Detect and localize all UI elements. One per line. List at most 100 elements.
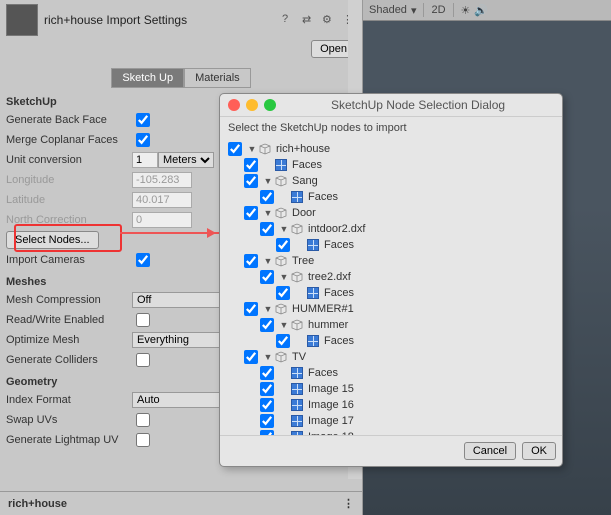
- tree-node[interactable]: Image 15: [224, 381, 558, 397]
- node-checkbox[interactable]: [244, 158, 258, 172]
- node-checkbox[interactable]: [244, 174, 258, 188]
- tree-node[interactable]: ▼ tree2.dxf: [224, 269, 558, 285]
- menu-icon[interactable]: ⋮: [343, 497, 354, 510]
- mesh-icon: [291, 399, 303, 411]
- node-checkbox[interactable]: [260, 222, 274, 236]
- node-label: HUMMER#1: [292, 303, 354, 315]
- node-label: Faces: [308, 367, 338, 379]
- preview-footer: rich+house ⋮: [0, 491, 362, 515]
- maximize-icon[interactable]: [264, 99, 276, 111]
- tree-node[interactable]: ▼hummer: [224, 317, 558, 333]
- unit-value[interactable]: [132, 152, 158, 168]
- unit-select[interactable]: Meters: [158, 152, 214, 168]
- cube-icon: [291, 271, 303, 283]
- close-icon[interactable]: [228, 99, 240, 111]
- light-icon[interactable]: ☀: [461, 4, 471, 17]
- idx-label: Index Format: [6, 394, 132, 406]
- node-checkbox[interactable]: [244, 350, 258, 364]
- tree-node[interactable]: Image 16: [224, 397, 558, 413]
- disclosure-triangle-icon[interactable]: ▼: [263, 304, 273, 314]
- merge-checkbox[interactable]: [136, 133, 150, 147]
- tab-materials[interactable]: Materials: [184, 68, 251, 88]
- disclosure-triangle-icon[interactable]: ▼: [263, 256, 273, 266]
- 2d-toggle[interactable]: 2D: [431, 4, 445, 16]
- node-label: Faces: [324, 335, 354, 347]
- node-tree[interactable]: ▼rich+houseFaces▼SangFaces▼Door▼intdoor2…: [220, 139, 562, 435]
- mesh-icon: [307, 287, 319, 299]
- preset-icon[interactable]: ⇄: [302, 13, 316, 27]
- node-checkbox[interactable]: [260, 270, 274, 284]
- cube-icon: [275, 303, 287, 315]
- rw-checkbox[interactable]: [136, 313, 150, 327]
- ok-button[interactable]: OK: [522, 442, 556, 460]
- node-checkbox[interactable]: [228, 142, 242, 156]
- tree-node[interactable]: Faces: [224, 157, 558, 173]
- node-checkbox[interactable]: [276, 238, 290, 252]
- tab-sketchup[interactable]: Sketch Up: [111, 68, 184, 88]
- lm-checkbox[interactable]: [136, 433, 150, 447]
- tree-node[interactable]: ▼ rich+house: [224, 141, 558, 157]
- tree-node[interactable]: ▼ TV: [224, 349, 558, 365]
- chevron-down-icon: ▾: [411, 4, 417, 17]
- cube-icon: [291, 319, 303, 331]
- coll-label: Generate Colliders: [6, 354, 132, 366]
- tree-node[interactable]: Image 17: [224, 413, 558, 429]
- tree-node[interactable]: ▼Door: [224, 205, 558, 221]
- tree-node[interactable]: ▼Tree: [224, 253, 558, 269]
- node-label: Image 16: [308, 399, 354, 411]
- preview-name: rich+house: [8, 498, 67, 510]
- node-label: Faces: [324, 239, 354, 251]
- node-label: rich+house: [276, 143, 330, 155]
- disclosure-triangle-icon[interactable]: ▼: [279, 320, 289, 330]
- lat-label: Latitude: [6, 194, 132, 206]
- cams-label: Import Cameras: [6, 254, 132, 266]
- tree-node[interactable]: ▼Sang: [224, 173, 558, 189]
- tree-node[interactable]: Faces: [224, 333, 558, 349]
- cams-checkbox[interactable]: [136, 253, 150, 267]
- disclosure-triangle-icon[interactable]: ▼: [263, 176, 273, 186]
- cube-icon: [275, 175, 287, 187]
- node-label: Image 17: [308, 415, 354, 427]
- cube-icon: [275, 207, 287, 219]
- shading-dropdown[interactable]: Shaded: [369, 4, 407, 16]
- node-checkbox[interactable]: [276, 334, 290, 348]
- node-checkbox[interactable]: [244, 302, 258, 316]
- node-checkbox[interactable]: [260, 366, 274, 380]
- node-label: TV: [292, 351, 306, 363]
- cube-icon: [275, 351, 287, 363]
- disclosure-triangle-icon[interactable]: ▼: [247, 144, 257, 154]
- disclosure-triangle-icon[interactable]: ▼: [263, 208, 273, 218]
- swap-checkbox[interactable]: [136, 413, 150, 427]
- gear-icon[interactable]: ⚙: [322, 13, 336, 27]
- select-nodes-button[interactable]: Select Nodes...: [6, 231, 99, 249]
- tree-node[interactable]: Faces: [224, 237, 558, 253]
- tree-node[interactable]: Faces: [224, 189, 558, 205]
- tree-node[interactable]: ▼ HUMMER#1: [224, 301, 558, 317]
- node-checkbox[interactable]: [276, 286, 290, 300]
- node-checkbox[interactable]: [260, 382, 274, 396]
- node-checkbox[interactable]: [260, 190, 274, 204]
- node-checkbox[interactable]: [260, 318, 274, 332]
- disclosure-triangle-icon[interactable]: ▼: [263, 352, 273, 362]
- tree-node[interactable]: Faces: [224, 285, 558, 301]
- node-label: Faces: [308, 191, 338, 203]
- help-icon[interactable]: ?: [282, 13, 296, 27]
- cancel-button[interactable]: Cancel: [464, 442, 516, 460]
- north-value: [132, 212, 192, 228]
- dialog-title: SketchUp Node Selection Dialog: [282, 98, 554, 112]
- swap-label: Swap UVs: [6, 414, 132, 426]
- audio-icon[interactable]: 🔊: [474, 4, 488, 17]
- node-checkbox[interactable]: [244, 206, 258, 220]
- disclosure-triangle-icon[interactable]: ▼: [279, 224, 289, 234]
- coll-checkbox[interactable]: [136, 353, 150, 367]
- minimize-icon[interactable]: [246, 99, 258, 111]
- node-checkbox[interactable]: [244, 254, 258, 268]
- gen-back-checkbox[interactable]: [136, 113, 150, 127]
- tree-node[interactable]: Faces: [224, 365, 558, 381]
- disclosure-triangle-icon[interactable]: ▼: [279, 272, 289, 282]
- tree-node[interactable]: ▼ intdoor2.dxf: [224, 221, 558, 237]
- node-label: tree2.dxf: [308, 271, 351, 283]
- node-checkbox[interactable]: [260, 414, 274, 428]
- node-checkbox[interactable]: [260, 398, 274, 412]
- node-label: intdoor2.dxf: [308, 223, 365, 235]
